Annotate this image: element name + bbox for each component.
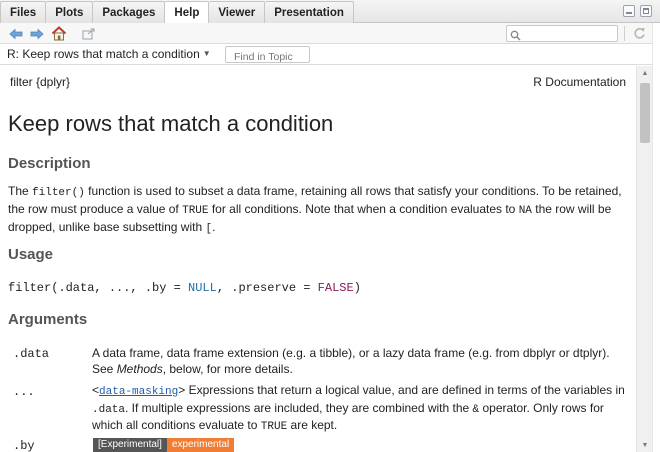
- help-toolbar: [0, 23, 660, 44]
- tab-presentation[interactable]: Presentation: [265, 1, 354, 23]
- pane-tab-bar: Files Plots Packages Help Viewer Present…: [0, 0, 660, 24]
- scrollbar-thumb[interactable]: [640, 83, 650, 143]
- pane-window-controls: [623, 5, 652, 17]
- pane-right-border: [652, 23, 660, 452]
- tab-plots[interactable]: Plots: [46, 1, 94, 23]
- tab-viewer[interactable]: Viewer: [209, 1, 266, 23]
- tab-files[interactable]: Files: [0, 1, 47, 23]
- page-title: Keep rows that match a condition: [8, 111, 334, 136]
- chevron-down-icon: ▼: [202, 49, 211, 58]
- toolbar-divider: [624, 26, 625, 41]
- data-masking-link[interactable]: data-masking: [99, 386, 178, 398]
- tab-packages[interactable]: Packages: [93, 1, 166, 23]
- maximize-pane-button[interactable]: [640, 5, 652, 17]
- tab-help[interactable]: Help: [165, 1, 210, 24]
- topic-dropdown[interactable]: R: Keep rows that match a condition ▼: [7, 47, 211, 61]
- badge-right-label: experimental: [166, 438, 235, 452]
- scroll-down-arrow-icon[interactable]: ▼: [637, 438, 653, 452]
- find-in-topic-input[interactable]: [226, 49, 309, 65]
- back-arrow-icon[interactable]: [7, 25, 24, 42]
- arg-name-dots: ...: [13, 385, 35, 399]
- scroll-up-arrow-icon[interactable]: ▲: [637, 66, 653, 80]
- vertical-scrollbar[interactable]: ▲ ▼: [636, 66, 652, 452]
- arguments-heading: Arguments: [8, 311, 88, 328]
- package-line: filter {dplyr}: [10, 75, 71, 89]
- help-search-field[interactable]: [506, 25, 618, 44]
- usage-code: filter(.data, ..., .by = NULL, .preserve…: [8, 281, 361, 295]
- find-in-topic-field[interactable]: [225, 46, 310, 65]
- topic-title-label: R: Keep rows that match a condition: [7, 47, 200, 61]
- experimental-badge[interactable]: [Experimental] experimental: [93, 438, 235, 452]
- arg-desc-data: A data frame, data frame extension (e.g.…: [92, 346, 610, 376]
- help-content: filter {dplyr} R Documentation Keep rows…: [0, 66, 636, 452]
- home-icon[interactable]: [50, 25, 67, 42]
- forward-arrow-icon[interactable]: [28, 25, 45, 42]
- usage-heading: Usage: [8, 246, 54, 263]
- description-heading: Description: [8, 155, 91, 172]
- pane-tabs: Files Plots Packages Help Viewer Present…: [0, 1, 354, 24]
- help-search-input[interactable]: [523, 28, 617, 44]
- description-text: The filter() function is used to subset …: [8, 184, 622, 235]
- topic-bar: R: Keep rows that match a condition ▼: [0, 44, 660, 65]
- minimize-pane-button[interactable]: [623, 5, 635, 17]
- badge-left-label: [Experimental]: [93, 438, 167, 452]
- arg-desc-dots: <data-masking> Expressions that return a…: [92, 383, 625, 433]
- arg-name-by: .by: [13, 439, 35, 452]
- open-in-window-icon[interactable]: [80, 25, 97, 42]
- refresh-icon[interactable]: [631, 25, 648, 42]
- arg-name-data: .data: [13, 347, 50, 361]
- r-documentation-label: R Documentation: [533, 75, 626, 89]
